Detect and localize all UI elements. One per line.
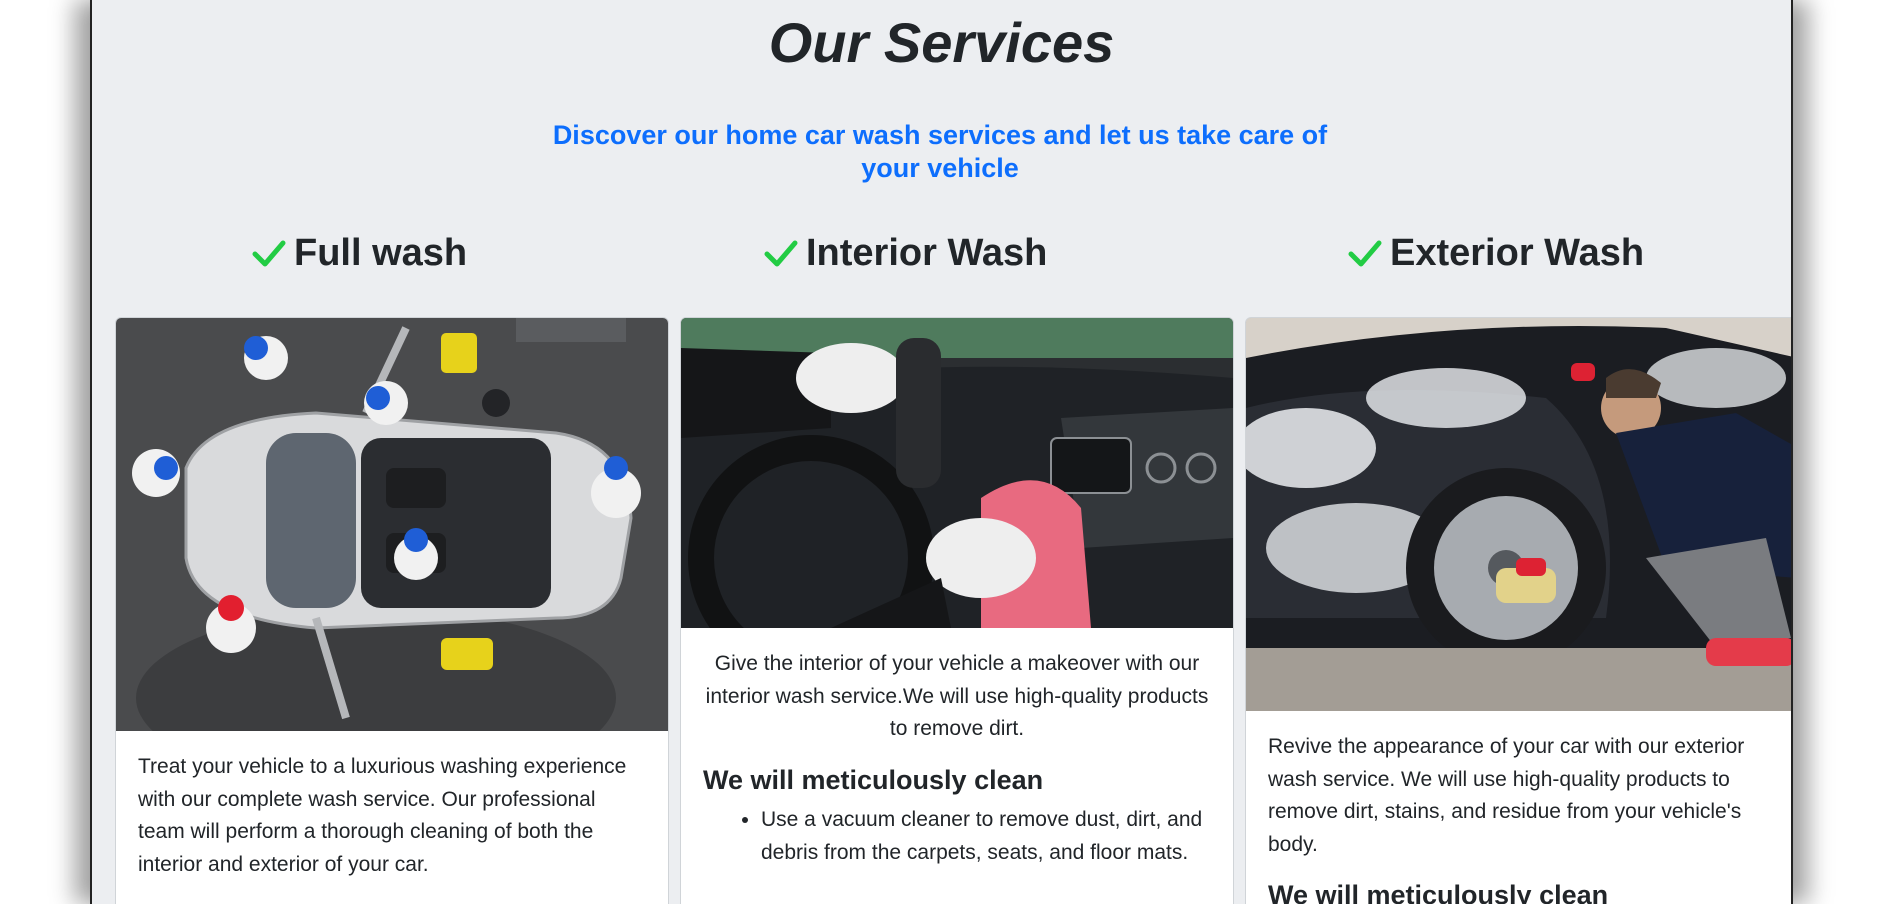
card-body: Revive the appearance of your car with o…	[1246, 711, 1791, 904]
card-subheading: We will meticulously clean	[703, 764, 1044, 795]
clean-list: Use a vacuum cleaner to remove dust, dir…	[703, 804, 1211, 869]
card-body: Give the interior of your vehicle a make…	[681, 628, 1233, 746]
service-description: Revive the appearance of your car with o…	[1268, 735, 1745, 856]
service-description: Give the interior of your vehicle a make…	[705, 652, 1209, 740]
exterior-wash-photo	[1246, 318, 1791, 711]
page-title: Our Services	[768, 11, 1115, 74]
check-icon	[1348, 240, 1382, 267]
service-heading-label: Exterior Wash	[1390, 231, 1645, 274]
service-card-full-wash: Treat your vehicle to a luxurious washin…	[115, 317, 669, 904]
service-card-exterior-wash: Revive the appearance of your car with o…	[1245, 317, 1791, 904]
page-subtitle: Discover our home car wash services and …	[552, 120, 1328, 183]
check-icon	[252, 240, 286, 267]
full-wash-photo	[116, 318, 668, 731]
service-heading-full-wash: Full wash	[252, 228, 467, 278]
list-item: Use a vacuum cleaner to remove dust, dir…	[761, 804, 1211, 869]
service-heading-label: Full wash	[294, 231, 468, 274]
card-subheading: We will meticulously clean	[1268, 880, 1609, 904]
interior-wash-photo	[681, 318, 1233, 628]
service-heading-label: Interior Wash	[806, 231, 1048, 274]
service-card-interior-wash: Give the interior of your vehicle a make…	[680, 317, 1234, 904]
services-section: Our Services Discover our home car wash …	[90, 0, 1793, 904]
card-details: We will meticulously clean Use a vacuum …	[681, 764, 1233, 870]
service-heading-exterior-wash: Exterior Wash	[1348, 228, 1644, 278]
service-heading-interior-wash: Interior Wash	[764, 228, 1047, 278]
check-icon	[764, 240, 798, 267]
card-body: Treat your vehicle to a luxurious washin…	[116, 731, 668, 881]
service-description: Treat your vehicle to a luxurious washin…	[138, 755, 627, 876]
